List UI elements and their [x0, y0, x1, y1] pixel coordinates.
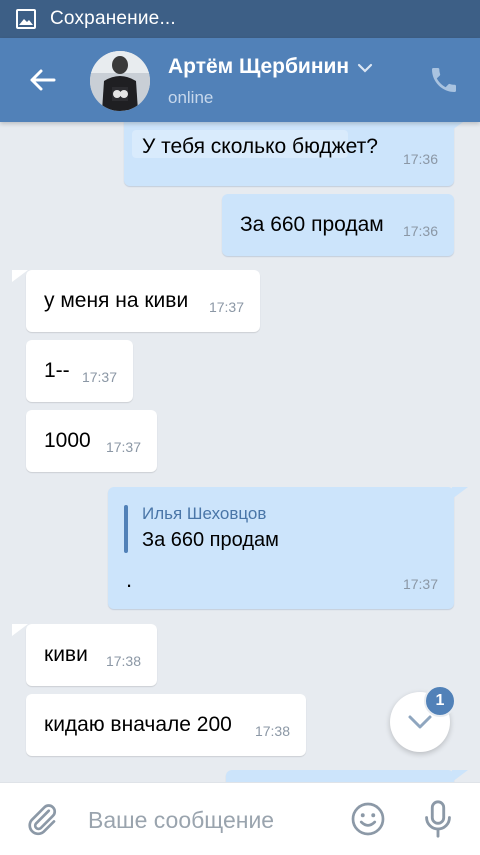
back-button[interactable]: [18, 58, 66, 102]
reply-quote-bar: [124, 505, 128, 553]
message-text: У тебя сколько бюджет?: [142, 135, 378, 158]
avatar-image: [90, 51, 150, 111]
reply-author[interactable]: Илья Шеховцов: [142, 501, 266, 527]
bubble-tail: [452, 122, 466, 130]
message-incoming[interactable]: 1000 17:37: [26, 410, 157, 472]
message-text: 1000: [44, 429, 91, 452]
chevron-down-icon: [358, 63, 373, 73]
message-time: 17:37: [81, 369, 117, 385]
paperclip-icon[interactable]: [24, 801, 60, 837]
emoji-icon[interactable]: [350, 801, 386, 837]
message-input[interactable]: [86, 799, 330, 841]
message-incoming[interactable]: кидаю вначале 200 17:38: [26, 694, 306, 756]
message-text: .: [126, 567, 133, 592]
bubble-tail: [452, 770, 468, 782]
message-text: у меня на киви: [44, 289, 189, 312]
contact-name-text: Артём Щербинин: [168, 55, 350, 78]
avatar[interactable]: [90, 51, 150, 111]
message-time: 17:37: [402, 576, 438, 592]
message-text: За 660 продам: [240, 213, 384, 236]
bubble-tail: [452, 487, 468, 499]
status-bar: Сохранение...: [0, 0, 480, 38]
message-time: 17:36: [402, 223, 438, 239]
message-text: кидаю вначале 200: [44, 713, 232, 736]
reply-text: За 660 продам: [142, 529, 279, 551]
chevron-down-icon: [408, 715, 432, 729]
chat-header: Артём Щербинин online: [0, 38, 480, 122]
message-time: 17:36: [402, 151, 438, 167]
message-list[interactable]: У тебя сколько бюджет? 17:36 За 660 прод…: [0, 122, 480, 782]
message-text: киви: [44, 643, 88, 666]
message-outgoing[interactable]: [226, 770, 454, 782]
message-outgoing[interactable]: У тебя сколько бюджет? 17:36: [124, 122, 454, 186]
microphone-icon[interactable]: [420, 799, 456, 839]
unread-badge: 1: [424, 685, 456, 717]
message-outgoing-reply[interactable]: Илья Шеховцов За 660 продам . 17:37: [108, 487, 454, 609]
contact-name[interactable]: Артём Щербинин: [168, 55, 373, 79]
message-input-bar: [0, 782, 480, 855]
back-arrow-icon: [30, 69, 56, 91]
message-time: 17:37: [208, 299, 244, 315]
message-time: 17:37: [105, 439, 141, 455]
message-text: 1--: [44, 359, 70, 382]
message-time: 17:38: [105, 653, 141, 669]
message-incoming[interactable]: киви 17:38: [26, 624, 157, 686]
phone-icon[interactable]: [428, 64, 460, 96]
image-icon: [16, 9, 36, 29]
message-incoming[interactable]: у меня на киви 17:37: [26, 270, 260, 332]
status-text: Сохранение...: [50, 8, 176, 29]
message-time: 17:38: [254, 723, 290, 739]
message-incoming[interactable]: 1-- 17:37: [26, 340, 133, 402]
message-outgoing[interactable]: За 660 продам 17:36: [222, 194, 454, 256]
contact-status: online: [168, 88, 214, 107]
